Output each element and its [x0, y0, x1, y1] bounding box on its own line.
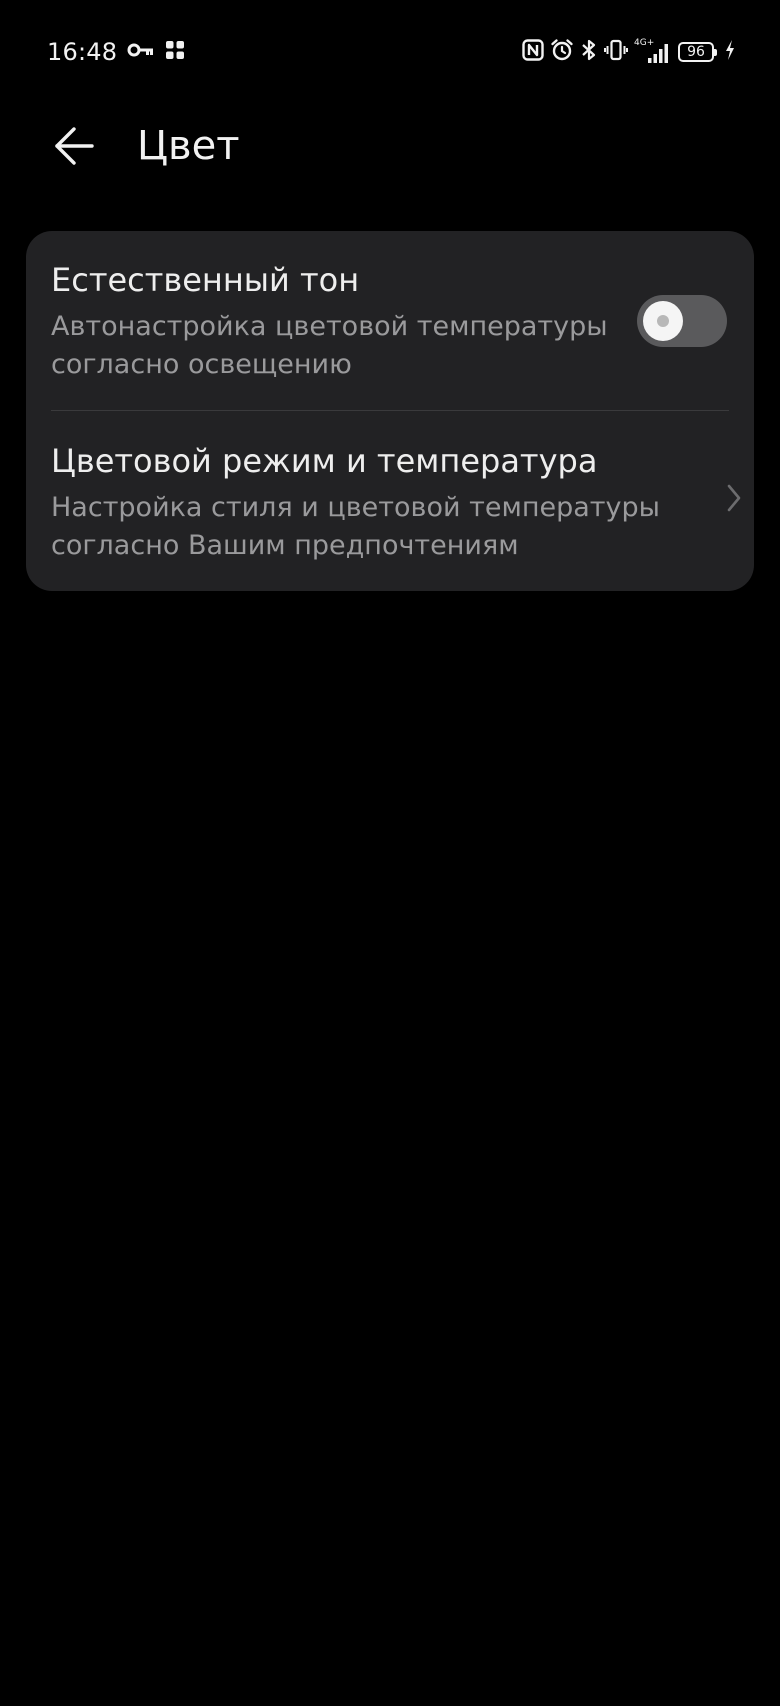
color-mode-row[interactable]: Цветовой режим и температура Настройка с…	[26, 411, 754, 591]
natural-tone-title: Естественный тон	[51, 261, 360, 299]
natural-tone-toggle[interactable]	[637, 295, 727, 347]
settings-card: Естественный тон Автонастройка цветовой …	[26, 231, 754, 591]
bluetooth-icon	[580, 38, 598, 66]
apps-icon	[165, 40, 185, 64]
natural-tone-subtitle: Автонастройка цветовой температуры согла…	[51, 311, 608, 380]
battery-indicator: 96	[678, 42, 717, 62]
chevron-right-icon	[727, 484, 741, 512]
status-bar: 16:48 4G+ 96	[0, 0, 780, 104]
natural-tone-row[interactable]: Естественный тон Автонастройка цветовой …	[26, 231, 754, 411]
color-mode-subtitle: Настройка стиля и цветовой температуры с…	[51, 492, 660, 561]
charging-icon	[724, 39, 736, 65]
vibrate-icon	[604, 38, 628, 66]
vpn-key-icon	[127, 42, 155, 62]
battery-level: 96	[687, 44, 705, 60]
status-time: 16:48	[47, 38, 118, 66]
back-button[interactable]	[46, 118, 102, 174]
color-mode-title: Цветовой режим и температура	[51, 442, 598, 480]
nfc-icon	[522, 39, 544, 65]
status-bar-right: 4G+ 96	[522, 36, 736, 68]
app-header: Цвет	[0, 104, 780, 188]
back-arrow-icon	[55, 127, 94, 165]
signal-icon: 4G+	[634, 39, 672, 65]
status-bar-left: 16:48	[47, 36, 185, 68]
alarm-icon	[550, 38, 574, 66]
page-title: Цвет	[137, 123, 240, 169]
toggle-knob	[643, 301, 683, 341]
